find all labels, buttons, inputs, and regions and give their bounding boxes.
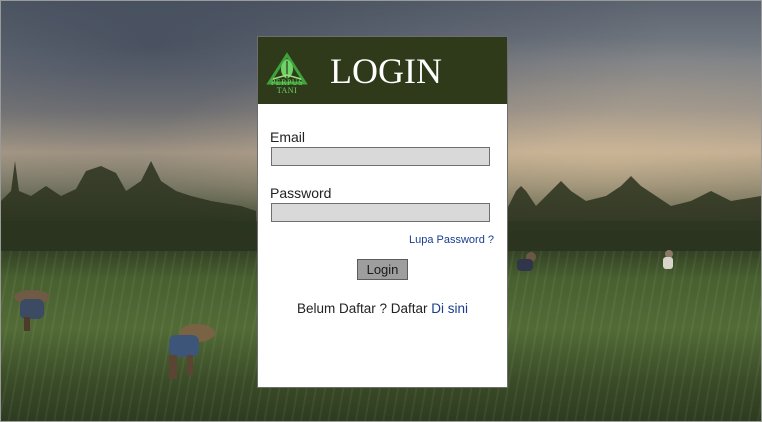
farmer-figure-center	[169, 324, 215, 379]
password-field[interactable]	[271, 203, 490, 222]
register-link[interactable]: Di sini	[431, 301, 468, 316]
login-card: PERPUS TANI LOGIN Email Password Lupa Pa…	[257, 36, 508, 388]
logo-wordmark: PERPUS TANI	[264, 79, 310, 95]
login-header: PERPUS TANI LOGIN	[258, 37, 507, 104]
forgot-password-link[interactable]: Lupa Password ?	[409, 234, 494, 246]
logo-text-line2: TANI	[276, 86, 298, 95]
password-label: Password	[270, 185, 332, 201]
email-label: Email	[270, 129, 306, 145]
page-title: LOGIN	[330, 51, 442, 91]
farmer-figure-far-right	[663, 250, 673, 269]
register-prompt: Belum Daftar ? Daftar Di sini	[258, 301, 507, 316]
login-button[interactable]: Login	[357, 259, 408, 280]
register-prefix-text: Belum Daftar ? Daftar	[296, 301, 428, 316]
background-photo: PERPUS TANI LOGIN Email Password Lupa Pa…	[0, 0, 762, 422]
email-field[interactable]	[271, 147, 490, 166]
farmer-figure-left	[14, 290, 50, 331]
farmer-figure-right	[517, 252, 536, 271]
